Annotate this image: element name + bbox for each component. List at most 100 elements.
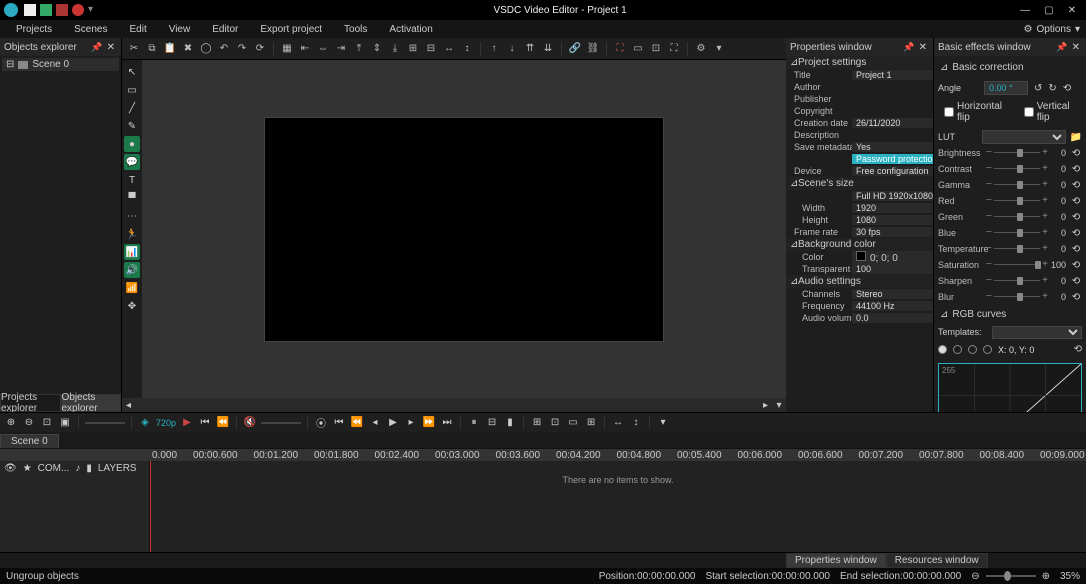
rewind-icon[interactable]: ⏪ — [350, 416, 364, 430]
volume-slider[interactable] — [261, 422, 301, 424]
select-all-icon[interactable]: ⊡ — [648, 41, 664, 57]
align-right-icon[interactable]: ⇥ — [333, 41, 349, 57]
align-center-h-icon[interactable]: ⇔ — [315, 41, 331, 57]
reset-icon[interactable]: ⟲ — [1070, 292, 1082, 303]
prev-frame-icon[interactable]: ◂ — [368, 416, 382, 430]
tab-resources-window[interactable]: Resources window — [886, 553, 988, 568]
curve-channel-b[interactable] — [983, 345, 992, 354]
slider-track[interactable]: −+ — [994, 244, 1040, 254]
marker-icon[interactable]: ▮ — [503, 416, 517, 430]
panel-close-icon[interactable]: ✕ — [917, 42, 929, 53]
zoom-fit-icon[interactable]: ⊡ — [40, 416, 54, 430]
rgb-curves-editor[interactable]: 255 128 — [938, 363, 1082, 412]
fullscreen-icon[interactable]: ⛶ — [666, 41, 682, 57]
menu-editor[interactable]: Editor — [202, 22, 248, 37]
slider-track[interactable]: −+ — [994, 292, 1040, 302]
next-frame-icon[interactable]: ▸ — [404, 416, 418, 430]
audio-tool-icon[interactable]: 🔊 — [124, 262, 140, 278]
crop-icon[interactable]: ⛶ — [612, 41, 628, 57]
tab-projects-explorer[interactable]: Projects explorer — [0, 394, 61, 412]
slider-track[interactable]: −+ — [994, 276, 1040, 286]
resolution-icon[interactable]: ◈ — [138, 416, 152, 430]
text-tool-icon[interactable]: T — [124, 172, 140, 188]
magnet-icon[interactable]: ⊡ — [548, 416, 562, 430]
section-audio-settings[interactable]: ⊿Audio settings — [786, 275, 933, 288]
settings-icon[interactable]: ⚙ — [693, 41, 709, 57]
section-project-settings[interactable]: ⊿Project settings — [786, 56, 933, 69]
transport-dropdown-icon[interactable]: ▾ — [656, 416, 670, 430]
lut-select[interactable] — [982, 130, 1066, 144]
curve-channel-g[interactable] — [968, 345, 977, 354]
timeline-tracks[interactable]: There are no items to show. — [150, 461, 1086, 552]
paste-icon[interactable]: 📋 — [162, 41, 178, 57]
reset-curves-icon[interactable]: ⟲ — [1074, 344, 1082, 355]
reset-icon[interactable]: ⟲ — [1070, 196, 1082, 207]
line-tool-icon[interactable]: ╱ — [124, 100, 140, 116]
send-back-icon[interactable]: ⇊ — [540, 41, 556, 57]
zoom-out-status-icon[interactable]: ⊖ — [971, 571, 979, 582]
align-top-icon[interactable]: ⤒ — [351, 41, 367, 57]
delete-icon[interactable]: ✖ — [180, 41, 196, 57]
slider-track[interactable]: −+ — [994, 164, 1040, 174]
scroll-right-icon[interactable]: ▸ — [763, 400, 772, 411]
zoom-out-icon[interactable]: ⊖ — [22, 416, 36, 430]
rectangle-tool-icon[interactable]: ▭ — [124, 82, 140, 98]
panel-close-icon[interactable]: ✕ — [105, 42, 117, 53]
resolution-label[interactable]: 720p — [156, 418, 176, 428]
box-icon[interactable]: ▭ — [630, 41, 646, 57]
rotate-cw-icon[interactable]: ↻ — [1048, 83, 1056, 94]
angle-input[interactable]: 0.00 ° — [984, 81, 1028, 95]
reset-icon[interactable]: ⟲ — [1070, 164, 1082, 175]
tooltip-tool-icon[interactable]: ▀ — [124, 190, 140, 206]
menu-projects[interactable]: Projects — [6, 22, 62, 37]
pencil-tool-icon[interactable]: ✎ — [124, 118, 140, 134]
color-swatch[interactable] — [856, 251, 866, 261]
canvas-scrollbar[interactable]: ◂ ▸ ▾ — [122, 398, 786, 412]
horizontal-flip-checkbox[interactable]: Horizontal flip — [944, 101, 1014, 123]
dist-v-icon[interactable]: ⊟ — [423, 41, 439, 57]
snap-icon[interactable]: ⊞ — [530, 416, 544, 430]
tree-scene-row[interactable]: ⊟ Scene 0 — [2, 58, 119, 71]
section-rgb-curves[interactable]: ⊿RGB curves — [938, 305, 1082, 324]
visibility-icon[interactable]: 👁 — [4, 463, 17, 474]
align-middle-icon[interactable]: ⇕ — [369, 41, 385, 57]
pointer-tool-icon[interactable]: ↖ — [124, 64, 140, 80]
redo-icon[interactable]: ↷ — [234, 41, 250, 57]
qat-dropdown-icon[interactable]: ▾ — [88, 4, 100, 16]
rotate-ccw-icon[interactable]: ↺ — [1034, 83, 1042, 94]
slider-track[interactable]: −+ — [994, 148, 1040, 158]
dist-h-icon[interactable]: ⊞ — [405, 41, 421, 57]
slider-track[interactable]: −+ — [994, 196, 1040, 206]
record-icon[interactable]: ▶ — [180, 416, 194, 430]
zoom-100-icon[interactable]: ▣ — [58, 416, 72, 430]
select-icon[interactable]: ◯ — [198, 41, 214, 57]
mute-icon[interactable]: 🔇 — [243, 416, 257, 430]
slider-track[interactable]: −+ — [994, 212, 1040, 222]
expand-icon[interactable]: ↔ — [611, 416, 625, 430]
slider-track[interactable]: −+ — [994, 180, 1040, 190]
options-button[interactable]: ⚙ Options ▾ — [1024, 24, 1086, 35]
chart-tool-icon[interactable]: 📊 — [124, 244, 140, 260]
curve-channel-r[interactable] — [953, 345, 962, 354]
zoom-slider[interactable] — [85, 422, 125, 424]
scroll-corner-icon[interactable]: ▾ — [772, 400, 786, 411]
curve-channel-all[interactable] — [938, 345, 947, 354]
video-preview[interactable] — [264, 117, 664, 342]
reset-angle-icon[interactable]: ⟲ — [1063, 83, 1071, 94]
move-down-icon[interactable]: ↓ — [504, 41, 520, 57]
reset-icon[interactable]: ⟲ — [1070, 260, 1082, 271]
sprite-tool-icon[interactable]: 🏃 — [124, 226, 140, 242]
spectrum-tool-icon[interactable]: 📶 — [124, 280, 140, 296]
zoom-in-icon[interactable]: ⊕ — [4, 416, 18, 430]
lock-icon[interactable]: ★ — [23, 463, 32, 474]
audio-icon[interactable]: ♪ — [75, 463, 80, 474]
minimize-button[interactable]: — — [1020, 5, 1030, 16]
slider-track[interactable]: −+ — [994, 260, 1040, 270]
timeline-ruler[interactable]: 0.00000:00.60000:01.20000:01.80000:02.40… — [0, 449, 1086, 461]
toolbar-dropdown-icon[interactable]: ▾ — [711, 41, 727, 57]
scroll-left-icon[interactable]: ◂ — [122, 400, 131, 411]
tab-objects-explorer[interactable]: Objects explorer — [61, 394, 122, 412]
tab-properties-window[interactable]: Properties window — [786, 553, 886, 568]
folder-icon[interactable]: 📁 — [1070, 132, 1082, 143]
pin-icon[interactable]: 📌 — [901, 42, 916, 53]
